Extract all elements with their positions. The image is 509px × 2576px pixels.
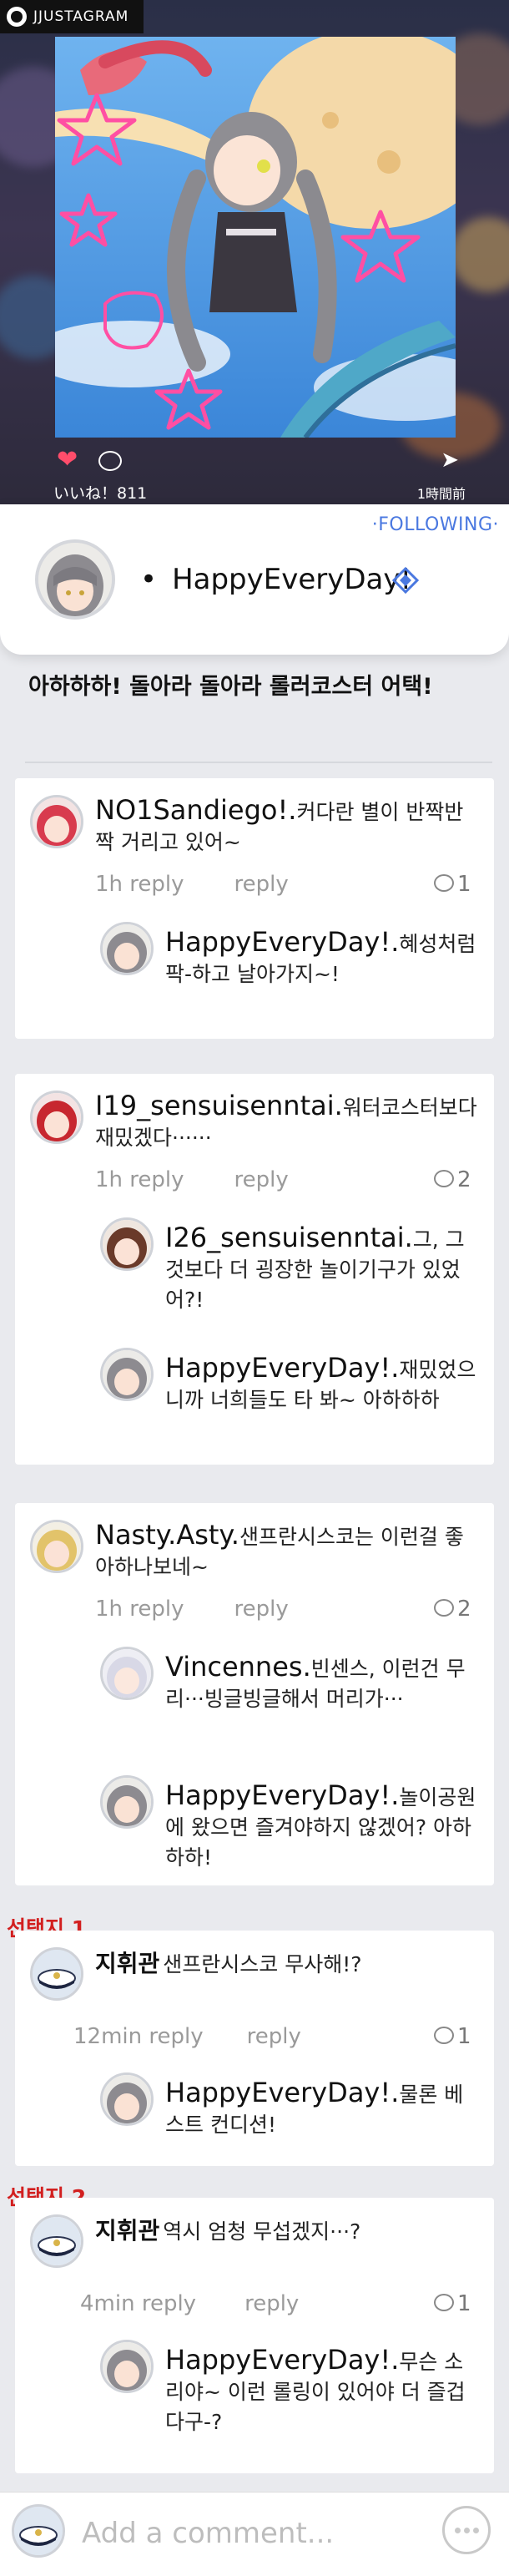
poster-avatar-art	[38, 543, 112, 616]
reply-text: HappyEveryDay!.놀이공원에 왔으면 즐겨야하지 않겠어? 아하하하…	[165, 1779, 476, 1870]
poster-name[interactable]: • HappyEveryDay!	[140, 563, 411, 596]
comment-icon	[434, 1599, 454, 1617]
following-button[interactable]: ·FOLLOWING·	[372, 514, 499, 535]
comment-icon	[434, 874, 454, 892]
reply-author[interactable]: HappyEveryDay!.	[165, 2344, 399, 2376]
divider	[25, 762, 492, 763]
avatar[interactable]	[30, 795, 83, 848]
likes-count: いいね！811	[53, 484, 148, 503]
post-illustration	[55, 37, 456, 438]
send-icon[interactable]: ➤	[441, 448, 459, 473]
app-logo-icon	[7, 7, 27, 27]
avatar[interactable]	[100, 1348, 154, 1401]
comment-input[interactable]	[80, 2508, 434, 2559]
comment-thread: NO1Sandiego!.커다란 별이 반짝반짝 거리고 있어~ 1h repl…	[15, 778, 494, 1039]
comment-thread: Nasty.Asty.샌프란시스코는 이런걸 좋아하나보네~ 1h reply r…	[15, 1503, 494, 1885]
comment-input-bar	[0, 2492, 509, 2576]
comment-text: I19_sensuisenntai.워터코스터보다 재밌겠다······	[95, 1090, 477, 1150]
avatar[interactable]	[30, 1520, 83, 1573]
reply-button[interactable]: reply	[247, 2024, 301, 2049]
comment-meta: 1h reply reply	[95, 872, 289, 897]
reply-author[interactable]: HappyEveryDay!.	[165, 926, 399, 958]
reply-count[interactable]: 1	[434, 872, 471, 897]
comment-thread: 지휘관 샌프란시스코 무사해!? 12min reply reply 1 Happy…	[15, 1931, 494, 2166]
comment-meta: 4min reply reply	[80, 2291, 299, 2316]
avatar[interactable]	[35, 539, 115, 620]
avatar[interactable]	[100, 1775, 154, 1829]
reply-text: HappyEveryDay!.물론 베스트 컨디션!	[165, 2077, 464, 2137]
avatar[interactable]	[100, 922, 154, 975]
comment-time: 1h reply	[95, 1597, 184, 1622]
post-caption: 아하하하! 돌아라 돌아라 롤러코스터 어택!	[28, 674, 433, 700]
avatar[interactable]	[30, 1091, 83, 1144]
post-action-bar: ❤ ➤ いいね！811 1時間前	[50, 443, 467, 504]
reply-text: I26_sensuisenntai.그, 그것보다 더 굉장한 놀이기구가 있었…	[165, 1222, 465, 1312]
comment-icon	[434, 1170, 454, 1187]
comment-icon	[434, 2294, 454, 2311]
post-time: 1時間前	[416, 486, 466, 502]
comment-meta: 12min reply reply	[73, 2024, 301, 2049]
reply-author[interactable]: HappyEveryDay!.	[165, 2077, 399, 2108]
reply-count[interactable]: 1	[434, 2024, 471, 2049]
comment-text: 지휘관 샌프란시스코 무사해!?	[95, 1950, 362, 1977]
reply-author[interactable]: I26_sensuisenntai.	[165, 1222, 413, 1253]
reply-button[interactable]: reply	[234, 1167, 289, 1192]
comment-text: 지휘관 역시 엄청 무섭겠지···?	[95, 2217, 361, 2245]
app-name: JJUSTAGRAM	[33, 8, 129, 25]
reply-text: HappyEveryDay!.무슨 소리야~ 이런 롤링이 있어야 더 즐겁다구…	[165, 2344, 466, 2434]
heart-icon[interactable]: ❤	[57, 448, 78, 473]
comment-author[interactable]: 지휘관	[95, 1950, 159, 1977]
reply-author[interactable]: HappyEveryDay!.	[165, 1352, 399, 1384]
verified-icon	[392, 567, 419, 594]
comment-thread: 지휘관 역시 엄청 무섭겠지···? 4min reply reply 1 Happ…	[15, 2198, 494, 2473]
comment-author[interactable]: NO1Sandiego!.	[95, 794, 296, 826]
reply-count[interactable]: 1	[434, 2291, 471, 2316]
comment-author[interactable]: 지휘관	[95, 2217, 159, 2245]
reply-text: HappyEveryDay!.혜성처럼 팍-하고 날아가지~!	[165, 926, 476, 986]
comment-author[interactable]: I19_sensuisenntai.	[95, 1090, 343, 1121]
avatar[interactable]	[100, 1647, 154, 1700]
comment-thread: I19_sensuisenntai.워터코스터보다 재밌겠다······ 1h …	[15, 1074, 494, 1465]
reply-text: HappyEveryDay!.재밌었으니까 너희들도 타 봐~ 아하하하	[165, 1352, 476, 1412]
post-illustration-art	[55, 37, 456, 438]
comment-time: 12min reply	[73, 2024, 204, 2049]
more-icon[interactable]	[442, 2506, 491, 2554]
comment-text: NO1Sandiego!.커다란 별이 반짝반짝 거리고 있어~	[95, 794, 464, 854]
app-badge: JJUSTAGRAM	[0, 0, 144, 33]
comment-time: 1h reply	[95, 872, 184, 897]
avatar[interactable]	[100, 1217, 154, 1271]
comment-icon	[434, 2027, 454, 2044]
comment-icon[interactable]	[98, 451, 122, 471]
reply-button[interactable]: reply	[234, 1597, 289, 1622]
reply-button[interactable]: reply	[234, 872, 289, 897]
reply-author[interactable]: Vincennes.	[165, 1651, 311, 1683]
reply-author[interactable]: HappyEveryDay!.	[165, 1779, 399, 1811]
post-image-area: JJUSTAGRAM ❤ ➤ いいね！811 1時間前	[0, 0, 509, 506]
avatar[interactable]	[100, 2340, 154, 2393]
avatar[interactable]	[30, 1947, 83, 2001]
reply-button[interactable]: reply	[244, 2291, 299, 2316]
comment-time: 1h reply	[95, 1167, 184, 1192]
reply-count[interactable]: 2	[434, 1167, 471, 1192]
avatar[interactable]	[12, 2504, 65, 2558]
comment-meta: 1h reply reply	[95, 1597, 289, 1622]
comment-text: Nasty.Asty.샌프란시스코는 이런걸 좋아하나보네~	[95, 1519, 464, 1579]
comment-time: 4min reply	[80, 2291, 197, 2316]
reply-count[interactable]: 2	[434, 1597, 471, 1622]
reply-text: Vincennes.빈센스, 이런건 무리···빙글빙글해서 머리가···	[165, 1651, 466, 1711]
avatar[interactable]	[100, 2072, 154, 2126]
poster-card: ·FOLLOWING· • HappyEveryDay!	[0, 504, 509, 655]
avatar[interactable]	[30, 2214, 83, 2268]
comment-meta: 1h reply reply	[95, 1167, 289, 1192]
comment-author[interactable]: Nasty.Asty.	[95, 1519, 239, 1551]
